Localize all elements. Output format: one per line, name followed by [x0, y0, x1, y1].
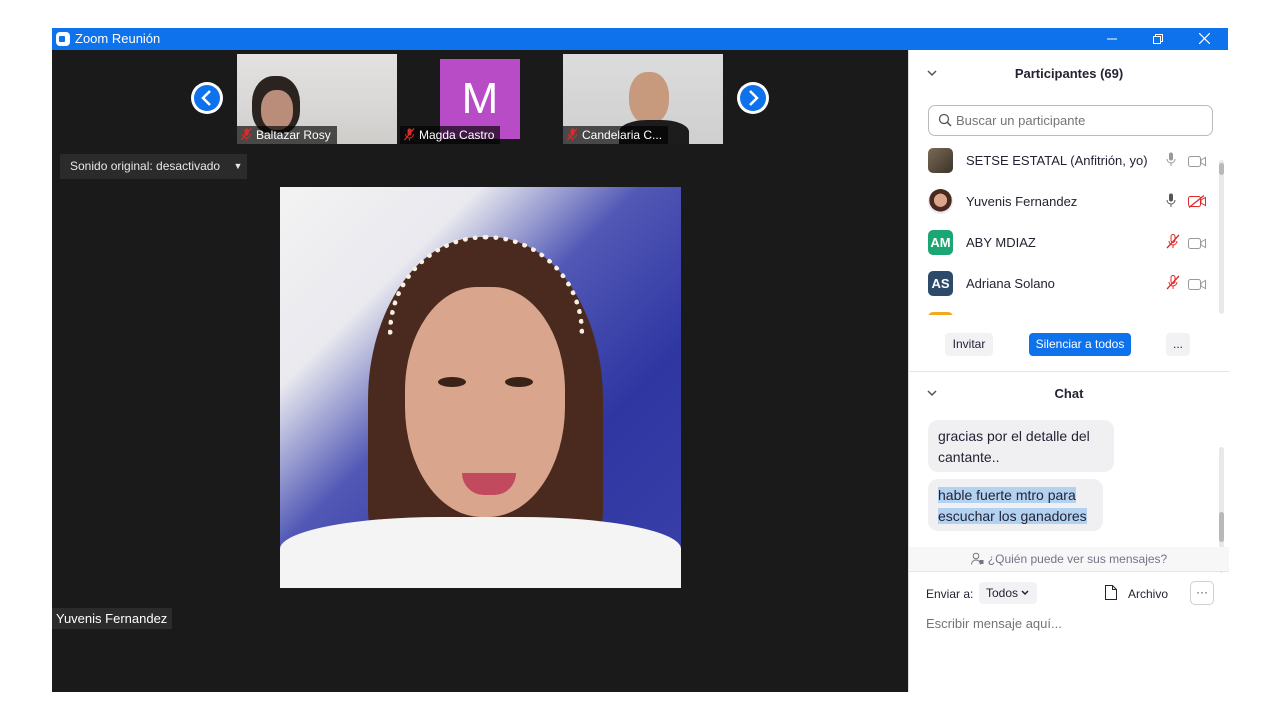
divider [909, 571, 1229, 572]
mic-muted-icon[interactable] [1166, 275, 1180, 295]
participants-more-button[interactable]: ... [1166, 333, 1190, 356]
chat-header: Chat [1054, 386, 1084, 401]
search-icon [938, 113, 952, 127]
who-can-see-messages-link[interactable]: ¿Quién puede ver sus mensajes? [909, 547, 1229, 571]
participant-row[interactable]: Yuvenis Fernandez [909, 182, 1229, 223]
thumbnail-name: Magda Castro [419, 128, 495, 142]
avatar: AM [928, 230, 953, 255]
participant-name: SETSE ESTATAL (Anfitrión, yo) [966, 153, 1148, 168]
participant-thumbnail[interactable]: Baltazar Rosy [237, 54, 397, 144]
participant-search-input[interactable] [928, 105, 1213, 136]
title-bar: Zoom Reunión [52, 28, 1228, 50]
send-to-value: Todos [986, 586, 1019, 600]
participant-name: Yuvenis Fernandez [966, 194, 1078, 209]
invite-button[interactable]: Invitar [945, 333, 993, 356]
send-to-dropdown[interactable]: Todos [979, 582, 1037, 604]
mic-muted-icon[interactable] [1166, 234, 1180, 254]
participants-scrollbar-thumb[interactable] [1219, 163, 1224, 175]
avatar: AS [928, 271, 953, 296]
zoom-app-icon [56, 32, 70, 46]
participant-row[interactable]: SETSE ESTATAL (Anfitrión, yo) [909, 141, 1229, 182]
mic-icon[interactable] [1166, 152, 1176, 172]
zoom-window: Zoom Reunión Baltazar Rosy M Magda Castr… [52, 28, 1229, 692]
mic-muted-icon [240, 128, 252, 144]
chat-scrollbar-thumb[interactable] [1219, 512, 1224, 542]
avatar [928, 189, 953, 214]
mic-muted-icon [403, 128, 415, 144]
chevron-right-icon [749, 90, 759, 106]
file-icon[interactable] [1105, 585, 1117, 600]
file-button[interactable]: Archivo [1128, 587, 1168, 601]
thumbnail-nametag: Magda Castro [400, 126, 501, 144]
thumbnail-name: Candelaria C... [582, 128, 663, 142]
active-speaker-video[interactable] [280, 187, 681, 588]
mute-all-button[interactable]: Silenciar a todos [1029, 333, 1131, 356]
mic-icon[interactable] [1166, 193, 1176, 213]
next-page-button[interactable] [737, 82, 769, 114]
chevron-left-icon [201, 90, 211, 106]
avatar [928, 312, 953, 315]
meeting-area: Baltazar Rosy M Magda Castro Candelaria … [52, 50, 908, 692]
divider [909, 371, 1229, 372]
chat-message[interactable]: hable fuerte mtro para escuchar los gana… [928, 479, 1103, 531]
close-button[interactable] [1181, 28, 1227, 50]
participant-row[interactable]: AM ABY MDIAZ [909, 223, 1229, 264]
participant-name: Adriana Solano [966, 276, 1055, 291]
minimize-icon [1107, 38, 1117, 40]
participant-thumbnail[interactable]: Candelaria C... [563, 54, 723, 144]
avatar [928, 148, 953, 173]
video-off-icon[interactable] [1188, 194, 1206, 213]
caret-down-icon[interactable]: ▼ [229, 154, 247, 179]
minimize-button[interactable] [1089, 28, 1135, 50]
restore-icon [1153, 34, 1163, 44]
active-speaker-name: Yuvenis Fernandez [52, 608, 173, 629]
person-lock-icon [970, 552, 984, 565]
thumbnail-nametag: Candelaria C... [563, 126, 669, 144]
who-can-see-label: ¿Quién puede ver sus mensajes? [987, 552, 1168, 566]
participant-thumbnail[interactable]: M Magda Castro [400, 54, 560, 144]
restore-button[interactable] [1135, 28, 1181, 50]
video-camera-icon[interactable] [1188, 154, 1206, 172]
participant-row[interactable]: AS Adriana Solano [909, 264, 1229, 305]
side-panel: Participantes (69) SETSE ESTATAL (Anfitr… [908, 50, 1229, 692]
send-to-label: Enviar a: [926, 587, 974, 601]
thumbnail-name: Baltazar Rosy [256, 128, 331, 142]
chevron-down-icon [1021, 590, 1029, 596]
chat-message-input[interactable] [926, 613, 1216, 633]
chat-message-text: hable fuerte mtro para escuchar los gana… [938, 487, 1087, 524]
participant-name: ABY MDIAZ [966, 235, 1036, 250]
video-camera-icon[interactable] [1188, 236, 1206, 254]
participants-scrollbar[interactable] [1219, 160, 1224, 314]
participants-header: Participantes (69) [1014, 66, 1124, 81]
video-camera-icon[interactable] [1188, 277, 1206, 295]
original-sound-toggle[interactable]: Sonido original: desactivado [60, 154, 246, 179]
window-title: Zoom Reunión [75, 31, 161, 46]
chat-message[interactable]: gracias por el detalle del cantante.. [928, 420, 1114, 472]
thumbnail-nametag: Baltazar Rosy [237, 126, 337, 144]
participant-row[interactable] [909, 305, 1229, 315]
chat-more-button[interactable]: ··· [1190, 581, 1214, 605]
previous-page-button[interactable] [191, 82, 223, 114]
close-icon [1198, 32, 1210, 45]
mic-muted-icon [566, 128, 578, 144]
participants-list: SETSE ESTATAL (Anfitrión, yo) Yuvenis Fe… [909, 141, 1229, 315]
